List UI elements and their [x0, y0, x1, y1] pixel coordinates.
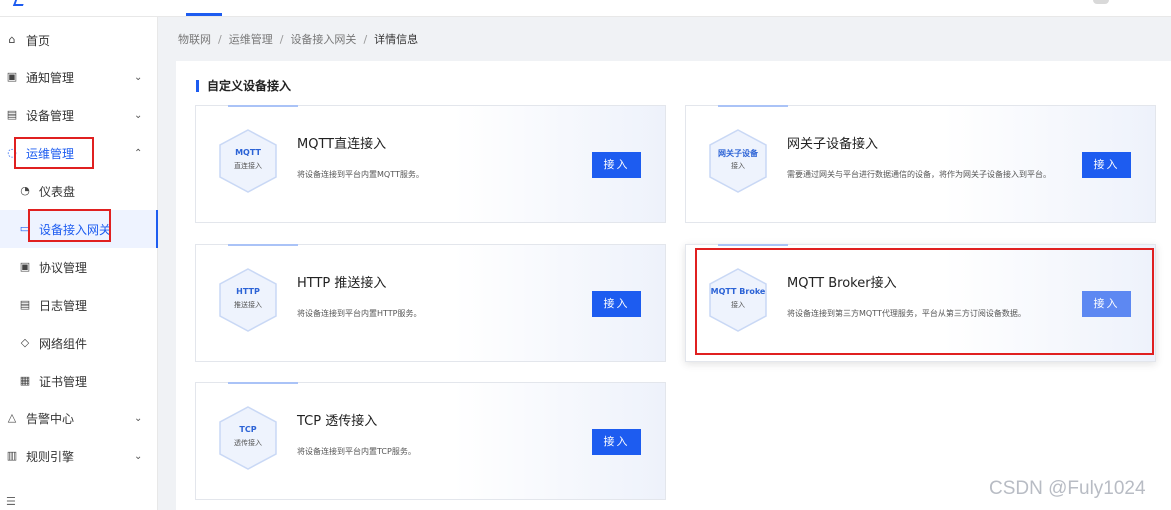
breadcrumb-item[interactable]: 设备接入网关	[290, 31, 356, 47]
hex-subtitle: 直连接入	[234, 162, 262, 170]
hex-title: MQTT	[235, 148, 261, 157]
http-hex-icon: HTTP 推送接入	[216, 267, 280, 333]
breadcrumb-separator: /	[218, 32, 222, 46]
access-card-mqtt: MQTT 直连接入 MQTT直连接入 将设备连接到平台内置MQTT服务。 接入	[195, 105, 666, 223]
access-card-tcp: TCP 透传接入 TCP 透传接入 将设备连接到平台内置TCP服务。 接入	[195, 382, 666, 500]
mqtt-broker-hex-icon: MQTT Broke 接入	[706, 267, 770, 333]
hex-title: TCP	[239, 425, 257, 434]
sidebar-item-network[interactable]: ◇ 网络组件	[0, 324, 158, 362]
ops-icon: ◌	[7, 146, 17, 159]
sidebar-item-label: 仪表盘	[39, 184, 76, 199]
sidebar-item-log[interactable]: ▤ 日志管理	[0, 286, 158, 324]
breadcrumb-separator: /	[363, 32, 368, 46]
hex-title: 网关子设备	[718, 149, 758, 158]
breadcrumb-current: 详情信息	[374, 33, 419, 46]
sidebar-item-label: 日志管理	[39, 298, 88, 313]
card-description: 将设备连接到第三方MQTT代理服务，平台从第三方订阅设备数据。	[787, 309, 1026, 318]
protocol-icon: ▣	[19, 260, 31, 273]
sidebar-item-label: 网络组件	[39, 336, 88, 351]
chevron-down-icon: ⌄	[134, 412, 143, 424]
card-title: 网关子设备接入	[787, 137, 879, 152]
card-description: 需要通过网关与平台进行数据通信的设备，将作为网关子设备接入到平台。	[787, 170, 1051, 179]
top-bar	[0, 0, 1171, 17]
hex-subtitle: 接入	[731, 162, 745, 170]
chevron-down-icon: ⌄	[134, 71, 143, 83]
network-icon: ◇	[20, 336, 30, 349]
hex-subtitle: 透传接入	[234, 439, 262, 447]
sidebar-item-device[interactable]: ▤ 设备管理 ⌄	[0, 96, 158, 134]
hex-title: HTTP	[236, 287, 260, 296]
access-card-http: HTTP 推送接入 HTTP 推送接入 将设备连接到平台内置HTTP服务。 接入	[195, 244, 666, 362]
tcp-hex-icon: TCP 透传接入	[216, 405, 280, 471]
card-tab	[228, 244, 298, 246]
log-icon: ▤	[19, 298, 31, 311]
card-title: MQTT Broker接入	[787, 276, 897, 291]
hex-subtitle: 推送接入	[234, 301, 262, 309]
sidebar-item-label: 规则引擎	[26, 449, 75, 464]
chevron-up-icon: ⌃	[134, 147, 143, 159]
alarm-icon: △	[7, 411, 17, 424]
mqtt-hex-icon: MQTT 直连接入	[216, 128, 280, 194]
sidebar-item-label: 证书管理	[39, 374, 88, 389]
sidebar-item-label: 设备接入网关	[39, 222, 112, 237]
sidebar-item-cert[interactable]: ▦ 证书管理	[0, 362, 158, 400]
access-button[interactable]: 接入	[592, 429, 641, 455]
card-title: MQTT直连接入	[297, 137, 387, 152]
device-icon: ▤	[6, 108, 18, 121]
card-title: HTTP 推送接入	[297, 276, 387, 291]
sidebar-item-label: 设备管理	[26, 108, 75, 123]
card-tab	[228, 382, 298, 384]
avatar[interactable]	[1093, 0, 1109, 4]
sidebar-item-label: 运维管理	[26, 146, 75, 161]
access-card-gateway-sub: 网关子设备 接入 网关子设备接入 需要通过网关与平台进行数据通信的设备，将作为网…	[685, 105, 1156, 223]
main-panel: 自定义设备接入 MQTT 直连接入 MQTT直连接入 将设备连接到平台内置MQT…	[176, 61, 1171, 510]
breadcrumb-separator: /	[279, 32, 284, 46]
chevron-down-icon: ⌄	[134, 450, 143, 462]
cert-icon: ▦	[19, 374, 31, 387]
breadcrumb-item[interactable]: 运维管理	[229, 31, 273, 47]
gateway-hex-icon: 网关子设备 接入	[706, 128, 770, 194]
access-button[interactable]: 接入	[592, 291, 641, 317]
sidebar-item-alarm[interactable]: △ 告警中心 ⌄	[0, 399, 158, 437]
card-description: 将设备连接到平台内置MQTT服务。	[297, 170, 424, 179]
home-icon: ⌂	[8, 33, 16, 46]
sidebar-item-label: 告警中心	[26, 411, 75, 426]
hex-subtitle: 接入	[731, 301, 745, 309]
card-title: TCP 透传接入	[297, 414, 378, 429]
access-button[interactable]: 接入	[592, 152, 641, 178]
sidebar: ⌂ 首页 ▣ 通知管理 ⌄ ▤ 设备管理 ⌄ ◌ 运维管理 ⌃ ◔ 仪表盘 ▭ …	[0, 17, 158, 510]
card-tab	[718, 244, 788, 246]
sidebar-item-gateway[interactable]: ▭ 设备接入网关	[0, 210, 158, 248]
sidebar-item-label: 首页	[26, 33, 51, 48]
card-tab	[228, 105, 298, 107]
breadcrumb: 物联网 / 运维管理 / 设备接入网关 / 详情信息	[158, 17, 1171, 61]
sidebar-item-label: 通知管理	[26, 70, 75, 85]
sidebar-item-notice[interactable]: ▣ 通知管理 ⌄	[0, 58, 158, 96]
access-button[interactable]: 接入	[1082, 291, 1131, 317]
sidebar-item-ops[interactable]: ◌ 运维管理 ⌃	[0, 134, 158, 172]
dashboard-icon: ◔	[20, 184, 30, 197]
breadcrumb-item[interactable]: 物联网	[178, 31, 211, 47]
chevron-down-icon: ⌄	[134, 109, 143, 121]
sidebar-item-rule[interactable]: ▥ 规则引擎 ⌄	[0, 437, 158, 475]
sidebar-item-home[interactable]: ⌂ 首页	[0, 21, 158, 59]
hex-title: MQTT Broke	[710, 287, 766, 296]
watermark: CSDN @Fuly1024	[989, 478, 1146, 499]
gateway-icon: ▭	[19, 222, 31, 235]
sidebar-item-dashboard[interactable]: ◔ 仪表盘	[0, 172, 158, 210]
menu-collapse-icon[interactable]: ☰	[6, 495, 16, 508]
section-title: 自定义设备接入	[196, 80, 291, 92]
access-card-mqtt-broker: MQTT Broke 接入 MQTT Broker接入 将设备连接到第三方MQT…	[685, 244, 1156, 362]
card-tab	[718, 105, 788, 107]
active-tab-indicator	[186, 13, 222, 16]
sidebar-item-label: 协议管理	[39, 260, 88, 275]
access-button[interactable]: 接入	[1082, 152, 1131, 178]
sidebar-item-protocol[interactable]: ▣ 协议管理	[0, 248, 158, 286]
rule-icon: ▥	[6, 449, 18, 462]
logo-icon	[12, 0, 26, 6]
notice-icon: ▣	[6, 70, 18, 83]
card-description: 将设备连接到平台内置HTTP服务。	[297, 309, 422, 318]
card-description: 将设备连接到平台内置TCP服务。	[297, 447, 416, 456]
